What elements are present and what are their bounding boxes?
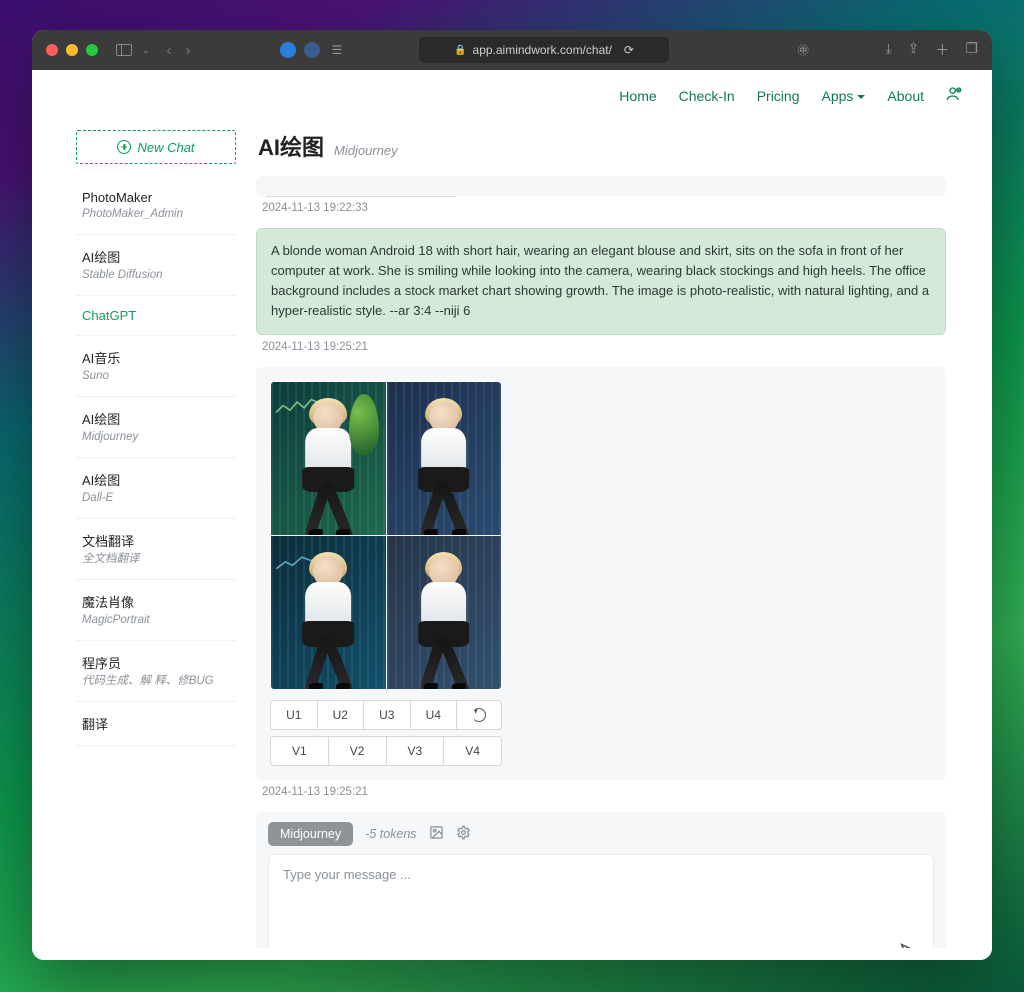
- model-pill[interactable]: Midjourney: [268, 822, 353, 846]
- reader-icon[interactable]: ☰: [332, 43, 343, 57]
- nav-pricing[interactable]: Pricing: [757, 88, 800, 104]
- sidebar: New Chat PhotoMaker PhotoMaker_Admin AI绘图 S…: [76, 122, 236, 948]
- nav-forward-icon[interactable]: ›: [183, 42, 194, 59]
- sidebar-item[interactable]: 文档翻译全文档翻译: [76, 519, 236, 580]
- traffic-lights: [46, 44, 98, 56]
- image-attach-icon[interactable]: [429, 825, 444, 843]
- upscale-u4[interactable]: U4: [410, 700, 457, 730]
- account-icon[interactable]: [946, 86, 962, 106]
- sidebar-item-sub: Suno: [82, 369, 230, 384]
- chat-title: AI绘图: [258, 130, 324, 162]
- translate-icon[interactable]: ㊥: [798, 42, 809, 58]
- sidebar-item[interactable]: PhotoMaker PhotoMaker_Admin: [76, 178, 236, 235]
- sidebar-item[interactable]: AI绘图 Stable Diffusion: [76, 235, 236, 296]
- close-window-icon[interactable]: [46, 44, 58, 56]
- variation-v3[interactable]: V3: [386, 736, 444, 766]
- generated-image-3[interactable]: [271, 536, 386, 689]
- message-placeholder: Type your message ...: [283, 867, 411, 882]
- message-input[interactable]: Type your message ...: [268, 854, 934, 948]
- browser-titlebar: ⌄ ‹ › ☰ 🔒 app.aimindwork.com/chat/ ⟳ ㊥ ⤓…: [32, 30, 992, 70]
- sidebar-item-sub: MagicPortrait: [82, 613, 230, 628]
- reload-icon[interactable]: ⟳: [624, 43, 634, 57]
- refresh-icon: [472, 708, 486, 722]
- new-tab-icon[interactable]: ＋: [935, 40, 949, 60]
- sidebar-item-sub: 全文档翻译: [82, 552, 230, 567]
- sidebar-item-title: AI音乐: [82, 351, 120, 366]
- sidebar-item-sub: Stable Diffusion: [82, 268, 230, 283]
- sidebar-item-title: 程序员: [82, 656, 121, 671]
- share-icon[interactable]: ⇪: [908, 40, 920, 60]
- message-thread[interactable]: 2024-11-13 19:22:33 A blonde woman Andro…: [256, 176, 948, 948]
- upscale-row: U1 U2 U3 U4: [270, 700, 502, 730]
- address-bar[interactable]: 🔒 app.aimindwork.com/chat/ ⟳: [419, 37, 669, 63]
- nav-back-icon[interactable]: ‹: [164, 42, 175, 59]
- generated-image-4[interactable]: [387, 536, 502, 689]
- sidebar-item-sub: 代码生成、解 释、修BUG: [82, 674, 230, 689]
- app-page: Home Check-In Pricing Apps About New Cha…: [32, 70, 992, 960]
- top-nav: Home Check-In Pricing Apps About: [32, 70, 992, 122]
- new-chat-label: New Chat: [137, 140, 194, 155]
- assistant-response: U1 U2 U3 U4 V1 V2 V3 V4: [256, 367, 946, 780]
- sidebar-menu-caret-icon[interactable]: ⌄: [142, 45, 150, 56]
- nav-apps[interactable]: Apps: [821, 88, 865, 104]
- downloads-icon[interactable]: ⤓: [885, 40, 891, 60]
- composer: Midjourney -5 tokens Type your message .…: [256, 812, 946, 948]
- new-chat-button[interactable]: New Chat: [76, 130, 236, 164]
- sidebar-item[interactable]: 翻译: [76, 702, 236, 746]
- sidebar-item-title: PhotoMaker: [82, 190, 152, 205]
- sidebar-item[interactable]: AI绘图 Midjourney: [76, 397, 236, 458]
- sidebar-item[interactable]: ChatGPT: [76, 296, 236, 336]
- generated-image-1[interactable]: [271, 382, 386, 535]
- variation-v1[interactable]: V1: [270, 736, 328, 766]
- url-text: app.aimindwork.com/chat/: [473, 43, 612, 57]
- upscale-u2[interactable]: U2: [317, 700, 364, 730]
- upscale-u1[interactable]: U1: [270, 700, 317, 730]
- sidebar-item[interactable]: 魔法肖像 MagicPortrait: [76, 580, 236, 641]
- tabs-icon[interactable]: ❐: [965, 40, 978, 60]
- browser-window: ⌄ ‹ › ☰ 🔒 app.aimindwork.com/chat/ ⟳ ㊥ ⤓…: [32, 30, 992, 960]
- timestamp: 2024-11-13 19:25:21: [262, 786, 946, 798]
- token-cost: -5 tokens: [365, 827, 416, 841]
- sidebar-item[interactable]: AI绘图 Dall-E: [76, 458, 236, 519]
- sidebar-item-title: 魔法肖像: [82, 595, 134, 610]
- extension-icon[interactable]: [280, 42, 296, 58]
- sidebar-item-title: 文档翻译: [82, 534, 134, 549]
- send-button[interactable]: [899, 941, 921, 948]
- sidebar-item-title: ChatGPT: [82, 308, 136, 323]
- sidebar-item-title: 翻译: [82, 717, 108, 732]
- sidebar-item-title: AI绘图: [82, 412, 120, 427]
- extension-icon-2[interactable]: [304, 42, 320, 58]
- variation-v2[interactable]: V2: [328, 736, 386, 766]
- nav-home[interactable]: Home: [619, 88, 656, 104]
- sidebar-toggle-icon[interactable]: [116, 44, 132, 56]
- sidebar-item-sub: Midjourney: [82, 430, 230, 445]
- main-column: AI绘图 Midjourney 2024-11-13 19:22:33 A bl…: [256, 122, 948, 948]
- sidebar-item-title: AI绘图: [82, 473, 120, 488]
- sidebar-item[interactable]: 程序员代码生成、解 释、修BUG: [76, 641, 236, 702]
- minimize-window-icon[interactable]: [66, 44, 78, 56]
- plus-icon: [117, 140, 131, 154]
- settings-icon[interactable]: [456, 825, 471, 843]
- upscale-u3[interactable]: U3: [363, 700, 410, 730]
- previous-response-stub: [256, 176, 946, 196]
- reroll-button[interactable]: [456, 700, 502, 730]
- generated-image-grid[interactable]: [270, 381, 502, 690]
- variation-row: V1 V2 V3 V4: [270, 736, 502, 766]
- sidebar-item-sub: Dall-E: [82, 491, 230, 506]
- sidebar-item-sub: PhotoMaker_Admin: [82, 207, 230, 222]
- timestamp: 2024-11-13 19:22:33: [262, 202, 946, 214]
- nav-about[interactable]: About: [887, 88, 924, 104]
- variation-v4[interactable]: V4: [443, 736, 502, 766]
- sidebar-item-title: AI绘图: [82, 250, 120, 265]
- chat-heading: AI绘图 Midjourney: [256, 122, 948, 176]
- lock-icon: 🔒: [454, 45, 466, 56]
- generated-image-2[interactable]: [387, 382, 502, 535]
- timestamp: 2024-11-13 19:25:21: [262, 341, 946, 353]
- fullscreen-window-icon[interactable]: [86, 44, 98, 56]
- nav-checkin[interactable]: Check-In: [679, 88, 735, 104]
- sidebar-item[interactable]: AI音乐 Suno: [76, 336, 236, 397]
- user-prompt: A blonde woman Android 18 with short hai…: [256, 228, 946, 335]
- chat-subtitle: Midjourney: [334, 143, 398, 158]
